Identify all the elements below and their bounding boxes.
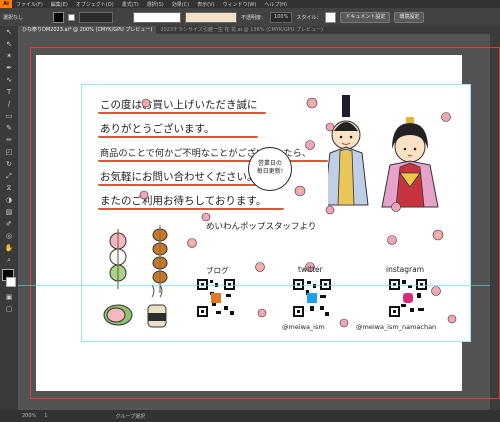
- width-tool-icon[interactable]: ⧖: [2, 183, 16, 194]
- gradient-tool-icon[interactable]: ▧: [2, 207, 16, 218]
- artboard-number[interactable]: 1: [44, 413, 47, 419]
- message-line-4: お気軽にお問い合わせください。: [100, 171, 258, 183]
- stroke-weight-field[interactable]: [79, 11, 114, 23]
- fill-stroke-widget[interactable]: [0, 267, 18, 291]
- menu-view[interactable]: 表示(V): [193, 1, 218, 8]
- tools-panel: ↖ ⇖ ✶ ✒ ∿ T ∕ ▭ ✎ ✏ ◰ ↻ ⤢ ⧖ ◑ ▧ ✐ ◎ ✋ ⌕ …: [0, 26, 18, 410]
- hand-tool-icon[interactable]: ✋: [2, 243, 16, 254]
- stroke-color-box[interactable]: [6, 277, 16, 287]
- message-line-2: ありがとうございます。: [100, 123, 215, 135]
- horizontal-guide: [18, 285, 490, 286]
- menu-object[interactable]: オブジェクト(O): [72, 1, 118, 8]
- dm-card[interactable]: この度はお買い上げいただき誠に ありがとうございます。 商品のことで何かご不明な…: [81, 84, 471, 342]
- menu-help[interactable]: ヘルプ(H): [260, 1, 291, 8]
- curvature-tool-icon[interactable]: ∿: [2, 75, 16, 86]
- app-icon[interactable]: Ai: [0, 0, 12, 8]
- twitter-handle: @meiwa_ism: [282, 323, 325, 331]
- eyedropper-icon[interactable]: ✐: [2, 219, 16, 230]
- direct-selection-icon[interactable]: ⇖: [2, 39, 16, 50]
- tab-flyer[interactable]: 2023チラシサイズ引越一生 花 花.ai @ 136% (CMYK/GPU プ…: [156, 26, 327, 34]
- opacity-field[interactable]: 100%: [270, 11, 293, 23]
- twitter-label: twitter: [298, 265, 323, 274]
- document-setup-button[interactable]: ドキュメント設定: [340, 11, 391, 23]
- instagram-label: instagram: [386, 265, 425, 274]
- pencil-tool-icon[interactable]: ✏: [2, 135, 16, 146]
- instagram-qr-code[interactable]: [388, 278, 428, 318]
- document-tab-bar: ひな祭りDM2023.ai* @ 200% (CMYK/GPU プレビュー) 2…: [18, 26, 500, 34]
- menu-bar: Ai ファイル(F) 編集(E) オブジェクト(O) 書式(T) 選択(S) 効…: [0, 0, 500, 8]
- tab-hinamatsuri[interactable]: ひな祭りDM2023.ai* @ 200% (CMYK/GPU プレビュー): [18, 26, 157, 34]
- brush-definition[interactable]: [185, 11, 238, 23]
- screen-mode-icon[interactable]: ▢: [2, 304, 16, 315]
- hina-dolls-illustration: [328, 95, 439, 208]
- message-line-5: またのご利用お待ちしております。: [100, 195, 267, 207]
- line-tool-icon[interactable]: ∕: [2, 99, 16, 110]
- message-line-1: この度はお買い上げいただき誠に: [100, 99, 258, 111]
- update-bubble: 営業日の 毎日更新!: [248, 147, 292, 191]
- opacity-label: 不透明度：: [241, 14, 267, 21]
- bubble-line-1: 営業日の: [257, 160, 282, 167]
- scale-tool-icon[interactable]: ⤢: [2, 171, 16, 182]
- bubble-line-2: 毎日更新!: [256, 168, 284, 175]
- twitter-qr-code[interactable]: [292, 278, 332, 318]
- blog-qr-code[interactable]: [196, 278, 236, 318]
- stroke-swatch[interactable]: [68, 13, 76, 21]
- rectangle-tool-icon[interactable]: ▭: [2, 111, 16, 122]
- selection-label: 選択なし: [3, 14, 24, 21]
- current-tool-status[interactable]: グループ選択: [115, 413, 145, 420]
- menu-file[interactable]: ファイル(F): [12, 1, 47, 8]
- menu-window[interactable]: ウィンドウ(W): [218, 1, 260, 8]
- type-tool-icon[interactable]: T: [2, 87, 16, 98]
- zoom-level[interactable]: 200%: [22, 413, 36, 419]
- variable-width-profile[interactable]: [133, 11, 182, 23]
- status-bar: 200% 1 グループ選択: [0, 410, 500, 422]
- paintbrush-icon[interactable]: ✎: [2, 123, 16, 134]
- fill-swatch[interactable]: [53, 11, 65, 23]
- underline-5: [98, 208, 284, 210]
- selection-tool-icon[interactable]: ↖: [2, 27, 16, 38]
- control-bar: 選択なし 不透明度： 100% スタイル： ドキュメント設定 環境設定: [0, 8, 500, 26]
- underline-3: [98, 160, 328, 162]
- zoom-tool-icon[interactable]: ⌕: [2, 255, 16, 266]
- eraser-tool-icon[interactable]: ◰: [2, 147, 16, 158]
- underline-2: [98, 136, 258, 138]
- instagram-handle: @meiwa_ism_namachan: [356, 323, 437, 331]
- draw-mode-icon[interactable]: ▣: [2, 292, 16, 303]
- preferences-button[interactable]: 環境設定: [394, 11, 425, 23]
- magic-wand-icon[interactable]: ✶: [2, 51, 16, 62]
- menu-type[interactable]: 書式(T): [118, 1, 143, 8]
- menu-edit[interactable]: 編集(E): [47, 1, 72, 8]
- graphic-style-swatch[interactable]: [325, 11, 337, 23]
- shape-builder-icon[interactable]: ◑: [2, 195, 16, 206]
- underline-4: [98, 184, 278, 186]
- rotate-tool-icon[interactable]: ↻: [2, 159, 16, 170]
- pen-tool-icon[interactable]: ✒: [2, 63, 16, 74]
- menu-select[interactable]: 選択(S): [143, 1, 168, 8]
- blog-label: ブログ: [206, 266, 229, 275]
- menu-effect[interactable]: 効果(C): [168, 1, 193, 8]
- sweets-illustration: [103, 225, 168, 328]
- signature: めいわんポップスタッフより: [206, 222, 317, 232]
- underline-1: [98, 112, 266, 114]
- style-label: スタイル：: [296, 14, 322, 21]
- blend-tool-icon[interactable]: ◎: [2, 231, 16, 242]
